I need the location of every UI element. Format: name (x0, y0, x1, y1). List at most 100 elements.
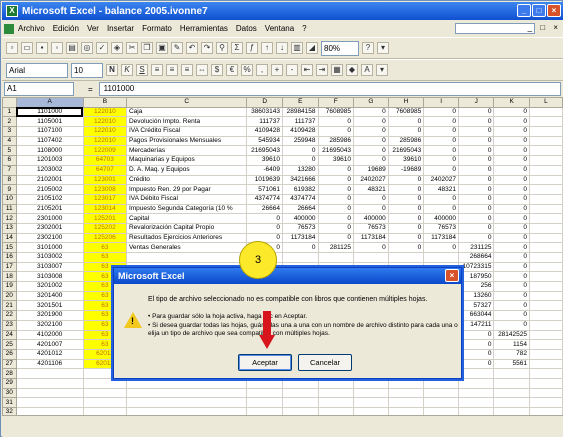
sort-asc-icon[interactable]: ↑ (261, 42, 273, 54)
name-box[interactable]: A1 (4, 82, 74, 96)
cell-h10[interactable]: 0 (387, 193, 425, 205)
cell-c16[interactable] (125, 252, 248, 263)
row-header[interactable]: 3 (2, 126, 17, 137)
cell-d7[interactable]: -6409 (246, 164, 283, 176)
align-center-icon[interactable]: ≡ (166, 64, 178, 76)
cell-l3[interactable] (528, 126, 563, 137)
row-header[interactable]: 9 (2, 184, 17, 195)
row-header[interactable]: 19 (2, 281, 17, 292)
cell-d1[interactable]: 38603143 (246, 106, 283, 118)
cell-g3[interactable]: 0 (353, 126, 389, 137)
cell-j32[interactable] (457, 407, 495, 415)
cell-a30[interactable] (15, 387, 84, 399)
cell-i30[interactable] (423, 387, 459, 399)
cell-b1[interactable]: 122010 (82, 106, 127, 118)
col-header-g[interactable]: G (353, 97, 389, 108)
cell-j18[interactable]: 187950 (457, 271, 495, 283)
cell-k19[interactable]: 0 (493, 281, 530, 292)
cell-i9[interactable]: 48321 (423, 184, 459, 195)
cell-d4[interactable]: 545934 (246, 135, 283, 147)
row-header[interactable]: 12 (2, 213, 17, 224)
thousands-icon[interactable]: , (256, 64, 268, 76)
cell-h32[interactable] (387, 407, 425, 415)
cell-g1[interactable]: 0 (353, 106, 389, 118)
cell-k11[interactable]: 0 (493, 203, 530, 215)
cell-j27[interactable]: 0 (457, 358, 495, 370)
row-header[interactable]: 16 (2, 252, 17, 263)
cell-j22[interactable]: 663044 (457, 310, 495, 321)
cell-l7[interactable] (528, 164, 563, 176)
cell-k3[interactable]: 0 (493, 126, 530, 137)
cell-f13[interactable]: 0 (317, 222, 355, 234)
cell-l31[interactable] (528, 397, 563, 408)
cell-l28[interactable] (528, 368, 563, 379)
cell-l8[interactable] (528, 174, 563, 186)
cell-h6[interactable]: 39610 (387, 155, 425, 166)
spelling-icon[interactable]: ✓ (96, 42, 108, 54)
cell-l20[interactable] (528, 290, 563, 302)
font-color-icon[interactable]: A (361, 64, 373, 76)
cell-b30[interactable] (82, 387, 127, 399)
cell-d30[interactable] (246, 387, 283, 399)
cell-j11[interactable]: 0 (457, 203, 495, 215)
cell-l27[interactable] (528, 358, 563, 370)
decrease-indent-icon[interactable]: ⇤ (301, 64, 313, 76)
col-header-j[interactable]: J (457, 97, 495, 108)
cell-b16[interactable]: 63 (82, 252, 127, 263)
underline-icon[interactable]: S (136, 64, 148, 76)
cell-l25[interactable] (528, 339, 563, 350)
cell-j9[interactable]: 0 (457, 184, 495, 195)
cell-a5[interactable]: 1108000 (15, 145, 84, 157)
cell-j14[interactable]: 0 (457, 232, 495, 244)
cell-k28[interactable] (493, 368, 530, 379)
cell-j26[interactable]: 0 (457, 348, 495, 360)
cell-h16[interactable] (387, 252, 425, 263)
cell-i11[interactable]: 0 (423, 203, 459, 215)
cell-j10[interactable]: 0 (457, 193, 495, 205)
menu-formato[interactable]: Formato (142, 24, 172, 33)
cell-b13[interactable]: 125202 (82, 222, 127, 234)
cell-i10[interactable]: 0 (423, 193, 459, 205)
cell-c8[interactable]: Crédito (125, 174, 248, 186)
cell-g16[interactable] (353, 252, 389, 263)
cell-j6[interactable]: 0 (457, 155, 495, 166)
cell-d3[interactable]: 4109428 (246, 126, 283, 137)
cell-g32[interactable] (353, 407, 389, 415)
cell-j29[interactable] (457, 377, 495, 389)
cell-e5[interactable]: 0 (282, 145, 319, 157)
cell-a16[interactable]: 3103002 (15, 252, 84, 263)
col-header-i[interactable]: I (423, 97, 459, 108)
row-header[interactable]: 10 (2, 193, 17, 205)
cell-f3[interactable]: 0 (317, 126, 355, 137)
increase-decimal-icon[interactable]: + (271, 64, 283, 76)
row-header[interactable]: 28 (2, 368, 17, 379)
col-header-l[interactable]: L (528, 97, 563, 108)
cell-k32[interactable] (493, 407, 530, 415)
cell-l5[interactable] (528, 145, 563, 157)
menu-help[interactable]: ? (302, 24, 306, 33)
cell-h14[interactable]: 0 (387, 232, 425, 244)
row-header[interactable]: 11 (2, 203, 17, 215)
cell-g8[interactable]: 2402027 (353, 174, 389, 186)
euro-icon[interactable]: € (226, 64, 238, 76)
cell-b2[interactable]: 122010 (82, 116, 127, 128)
cell-b8[interactable]: 123001 (82, 174, 127, 186)
cell-e31[interactable] (282, 397, 319, 408)
redo-icon[interactable]: ↷ (201, 42, 213, 54)
cell-h8[interactable]: 0 (387, 174, 425, 186)
cell-i8[interactable]: 2402027 (423, 174, 459, 186)
cell-h31[interactable] (387, 397, 425, 408)
save-icon[interactable]: ▪ (36, 42, 48, 54)
row-header[interactable]: 17 (2, 261, 17, 273)
cell-a24[interactable]: 4102000 (15, 329, 84, 341)
cell-j8[interactable]: 0 (457, 174, 495, 186)
menu-ver[interactable]: Ver (87, 24, 99, 33)
cell-a18[interactable]: 3103008 (15, 271, 84, 283)
cell-k15[interactable]: 0 (493, 242, 530, 253)
col-header-h[interactable]: H (387, 97, 425, 108)
cell-b11[interactable]: 123014 (82, 203, 127, 215)
row-header[interactable]: 4 (2, 135, 17, 147)
cell-a1[interactable]: 1101000 (15, 106, 84, 118)
cell-j31[interactable] (457, 397, 495, 408)
cell-j24[interactable]: 0 (457, 329, 495, 341)
